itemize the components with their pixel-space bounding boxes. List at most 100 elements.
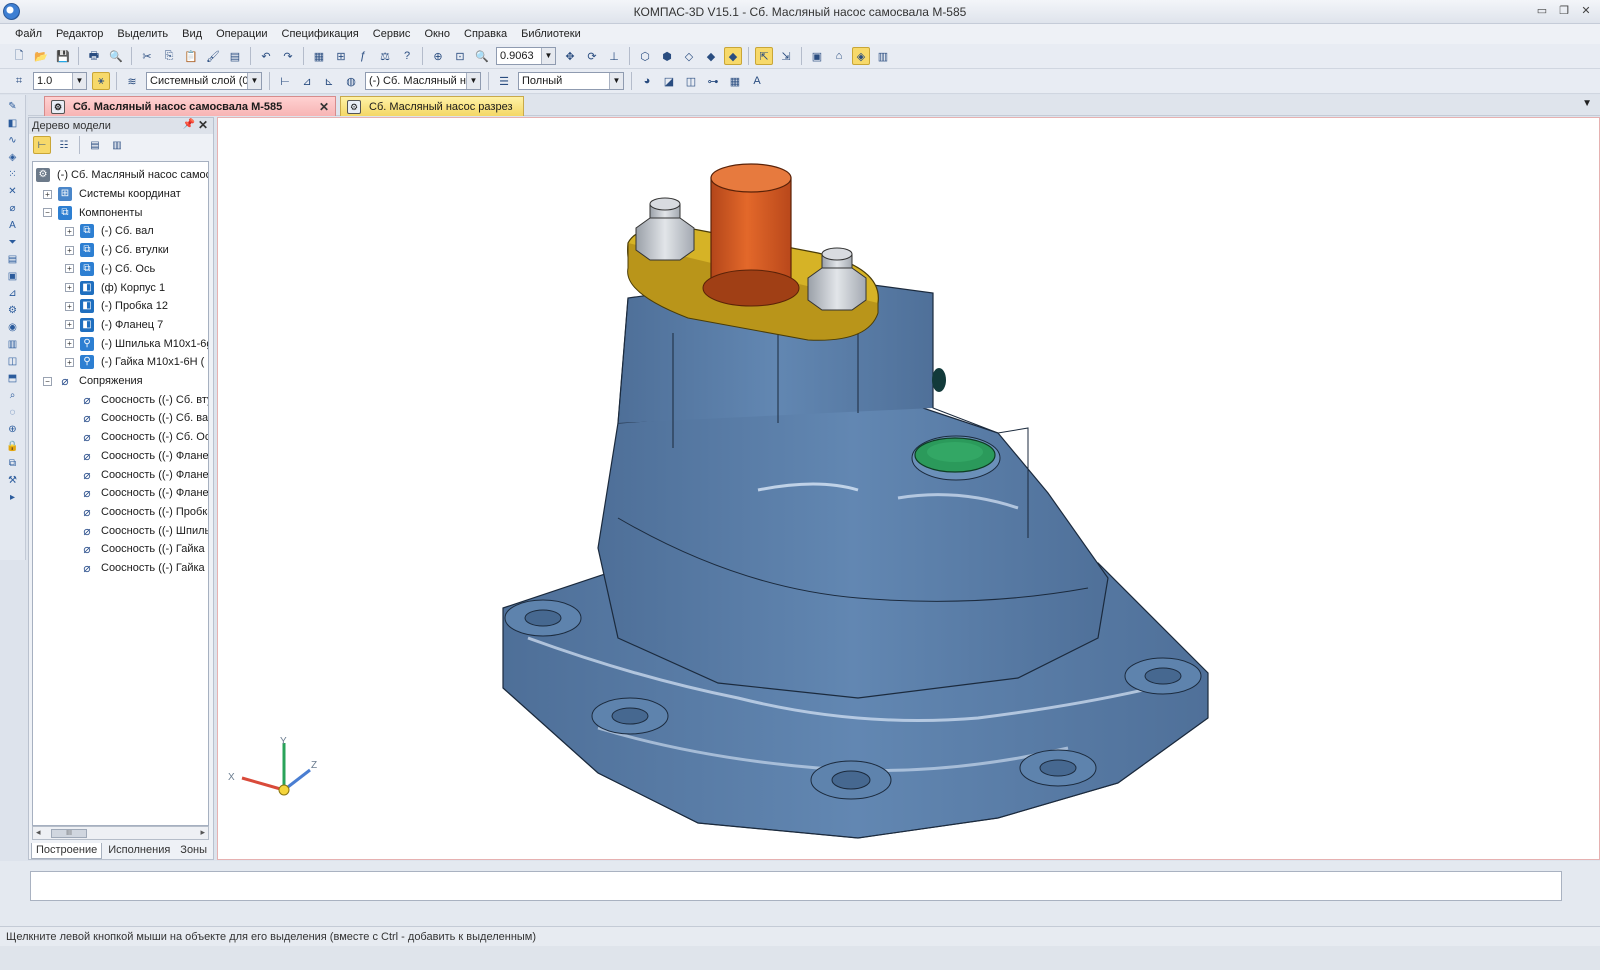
properties-panel-area[interactable]: [30, 871, 1562, 901]
section-view-icon[interactable]: ⊕: [5, 423, 21, 437]
wireframe-icon[interactable]: ⬡: [636, 47, 654, 65]
explode-icon[interactable]: ⊶: [704, 72, 722, 90]
assembly-mode-icon[interactable]: ◈: [852, 47, 870, 65]
tree-item[interactable]: + ⧉ (-) Сб. втулки: [65, 241, 208, 259]
scroll-right-icon[interactable]: ▸: [200, 827, 205, 838]
expand-icon[interactable]: +: [65, 339, 74, 349]
chevron-down-icon[interactable]: ▼: [247, 73, 261, 89]
menu-libraries[interactable]: Библиотеки: [521, 28, 581, 40]
grid-icon[interactable]: ⌗: [10, 72, 28, 90]
expand-icon[interactable]: +: [65, 245, 74, 255]
tree-item[interactable]: ⌀ Соосность ((-) Гайка: [65, 540, 208, 558]
chevron-down-icon[interactable]: ▼: [541, 48, 555, 64]
specification-icon[interactable]: ▤: [5, 253, 21, 267]
mates-icon[interactable]: ⌀: [5, 202, 21, 216]
bom-icon[interactable]: ▦: [726, 72, 744, 90]
paste-icon[interactable]: 📋: [182, 47, 200, 65]
menu-specification[interactable]: Спецификация: [282, 28, 359, 40]
shaft-part[interactable]: [702, 163, 800, 307]
tree-item[interactable]: ⌀ Соосность ((-) Сб. вал: [65, 409, 208, 427]
tree-properties-icon[interactable]: ▤: [86, 136, 104, 154]
dimension-icon[interactable]: A: [5, 219, 21, 233]
tree-item[interactable]: ⌀ Соосность ((-) Фланец: [65, 447, 208, 465]
close-tab-icon[interactable]: ✕: [319, 100, 329, 114]
tree-item[interactable]: ⌀ Соосность ((-) Сб. Ось: [65, 428, 208, 446]
chevron-down-icon[interactable]: ▼: [609, 73, 623, 89]
layers-icon[interactable]: ≋: [123, 72, 141, 90]
hidden-lines-icon[interactable]: ⬢: [658, 47, 676, 65]
menu-file[interactable]: Файл: [15, 28, 42, 40]
tree-item[interactable]: + ◧ (-) Пробка 12: [65, 297, 208, 315]
view-mode-combo[interactable]: Полный ▼: [518, 72, 624, 90]
measure-icon[interactable]: ⚖: [376, 47, 394, 65]
model-viewport[interactable]: Y X Z: [217, 117, 1600, 860]
object-combo[interactable]: (-) Сб. Масляный на ▼: [365, 72, 481, 90]
component-icon[interactable]: ▣: [808, 47, 826, 65]
tree-item[interactable]: + ◧ (-) Фланец 7: [65, 316, 208, 334]
plug-part[interactable]: [911, 435, 1001, 481]
app-logo-icon[interactable]: [3, 3, 20, 20]
shaded-edges-icon[interactable]: ◆: [724, 47, 742, 65]
tab-assembly[interactable]: ⚙ Сб. Масляный насос самосвала М-585 ✕: [44, 96, 336, 116]
expand-icon[interactable]: +: [65, 226, 74, 236]
measure-tool-icon[interactable]: ⊿: [5, 287, 21, 301]
undo-icon[interactable]: ↶: [257, 47, 275, 65]
menu-select[interactable]: Выделить: [117, 28, 168, 40]
tree-item[interactable]: ⌀ Соосность ((-) Пробка: [65, 503, 208, 521]
curve-icon[interactable]: ∿: [5, 134, 21, 148]
zoom-window-icon[interactable]: ⊕: [429, 47, 447, 65]
zoom-scale-icon[interactable]: 🔍: [473, 47, 491, 65]
sheet-metal-icon[interactable]: ◫: [5, 355, 21, 369]
auxiliary-icon[interactable]: ✕: [5, 185, 21, 199]
tree-root-item[interactable]: ⚙ (-) Сб. Масляный насос самосвала М-585: [36, 166, 208, 184]
menu-view[interactable]: Вид: [182, 28, 202, 40]
library-icon[interactable]: ▥: [5, 338, 21, 352]
help-pointer-icon[interactable]: ?: [398, 47, 416, 65]
preview-icon[interactable]: 🔍: [107, 47, 125, 65]
expand-toolbar-icon[interactable]: ▸: [5, 491, 21, 505]
scroll-left-icon[interactable]: ◂: [36, 827, 41, 838]
chevron-down-icon[interactable]: ▼: [72, 73, 86, 89]
lock-icon[interactable]: 🔒: [5, 440, 21, 454]
menu-service[interactable]: Сервис: [373, 28, 411, 40]
function-icon[interactable]: ƒ: [354, 47, 372, 65]
surface-icon[interactable]: ◈: [5, 151, 21, 165]
nut-left[interactable]: [635, 197, 695, 261]
pin-icon[interactable]: 📌: [183, 119, 195, 130]
tree-item[interactable]: + ⧉ (-) Сб. Ось: [65, 260, 208, 278]
section-icon[interactable]: ◫: [682, 72, 700, 90]
tree-item[interactable]: ⌀ Соосность ((-) Фланец: [65, 466, 208, 484]
tab-versions[interactable]: Исполнения: [104, 843, 174, 859]
text-style-icon[interactable]: A: [748, 72, 766, 90]
variables-icon[interactable]: ⊞: [332, 47, 350, 65]
body-housing[interactable]: [597, 282, 1109, 699]
insert-component-icon[interactable]: ◉: [5, 321, 21, 335]
tree-item[interactable]: + ⚲ (-) Шпилька М10х1-6g: [65, 335, 208, 353]
tabs-dropdown-icon[interactable]: ▼: [1582, 98, 1592, 109]
open-icon[interactable]: 📂: [32, 47, 50, 65]
tree-structure-icon[interactable]: ⊢: [33, 136, 51, 154]
tree-item[interactable]: ⌀ Соосность ((-) Шпилька: [65, 522, 208, 540]
cable-icon[interactable]: ⌕: [5, 389, 21, 403]
thin-lines-icon[interactable]: ◇: [680, 47, 698, 65]
zoom-value-combo[interactable]: 0.9063 ▼: [496, 47, 556, 65]
coordinate-system-icon[interactable]: ⊢: [276, 72, 294, 90]
view-mode-icon[interactable]: ☰: [495, 72, 513, 90]
add-part-icon[interactable]: ◧: [5, 117, 21, 131]
tree-export-icon[interactable]: ▥: [108, 136, 126, 154]
tree-item[interactable]: ⌀ Соосность ((-) Фланец: [65, 484, 208, 502]
cut-icon[interactable]: ✂: [138, 47, 156, 65]
properties-icon[interactable]: ▤: [226, 47, 244, 65]
edit-assembly-icon[interactable]: ✎: [5, 100, 21, 114]
maximize-button[interactable]: ❐: [1556, 4, 1572, 18]
material-icon[interactable]: ◕: [638, 72, 656, 90]
menu-operations[interactable]: Операции: [216, 28, 267, 40]
menu-help[interactable]: Справка: [464, 28, 507, 40]
check-icon[interactable]: ⚙: [5, 304, 21, 318]
tree-view[interactable]: ⚙ (-) Сб. Масляный насос самосвала М-585…: [32, 161, 209, 826]
expand-icon[interactable]: +: [65, 301, 74, 311]
select-mode-icon[interactable]: ⇲: [777, 47, 795, 65]
piping-icon[interactable]: ⬒: [5, 372, 21, 386]
manager-icon[interactable]: ▦: [310, 47, 328, 65]
minimize-button[interactable]: ▭: [1534, 4, 1550, 18]
